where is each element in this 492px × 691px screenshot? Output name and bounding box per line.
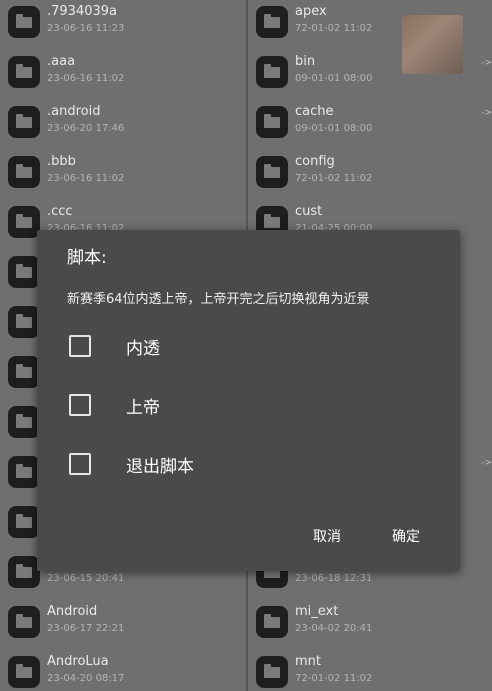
symlink-arrow: -> [481,58,492,68]
file-row[interactable]: Android 23-06-17 22:21 [0,600,246,650]
file-name: apex [295,4,327,19]
folder-icon [8,256,40,288]
file-row[interactable]: mi_ext 23-04-02 20:41 [248,600,492,650]
file-name: bin [295,54,316,69]
file-name: .android [47,104,101,119]
folder-icon [8,456,40,488]
folder-icon [8,656,40,688]
file-name: .7934039a [47,4,117,19]
file-name: cust [295,204,323,219]
option-label: 上帝 [126,398,160,418]
folder-icon [256,106,288,138]
file-row[interactable]: cache 09-01-01 08:00 -> [248,100,492,150]
file-date: 72-01-02 11:02 [295,23,373,34]
option-label: 内透 [126,339,160,359]
folder-icon [8,606,40,638]
file-date: 23-04-02 20:41 [295,623,373,634]
folder-icon [8,506,40,538]
dialog-title: 脚本: [67,248,107,268]
folder-icon [256,156,288,188]
file-date: 23-06-15 20:41 [47,573,125,584]
file-row[interactable]: .aaa 23-06-16 11:02 [0,50,246,100]
folder-icon [256,656,288,688]
checkbox[interactable] [69,453,91,475]
checkbox[interactable] [69,335,91,357]
file-date: 23-06-16 11:23 [47,23,125,34]
folder-icon [8,356,40,388]
file-name: config [295,154,335,169]
file-row[interactable]: .bbb 23-06-16 11:02 [0,150,246,200]
file-row[interactable]: .7934039a 23-06-16 11:23 [0,0,246,50]
file-date: 23-06-18 12:31 [295,573,373,584]
file-date: 23-06-16 11:02 [47,173,125,184]
option-row-exit-script[interactable]: 退出脚本 [67,450,427,480]
file-date: 23-04-20 08:17 [47,673,125,684]
checkbox[interactable] [69,394,91,416]
folder-icon [8,6,40,38]
file-row[interactable]: config 72-01-02 11:02 [248,150,492,200]
file-name: mi_ext [295,604,339,619]
file-name: mnt [295,654,321,669]
file-name: .aaa [47,54,76,69]
file-date: 23-06-17 22:21 [47,623,125,634]
file-row[interactable]: .android 23-06-20 17:46 [0,100,246,150]
option-row-neitou[interactable]: 内透 [67,332,427,362]
script-dialog: 脚本: 新赛季64位内透上帝，上帝开完之后切换视角为近景 内透 上帝 退出脚本 … [37,230,460,571]
file-date: 72-01-02 11:02 [295,673,373,684]
file-row[interactable]: mnt 72-01-02 11:02 [248,650,492,691]
file-name: cache [295,104,334,119]
folder-icon [256,606,288,638]
dialog-message: 新赛季64位内透上帝，上帝开完之后切换视角为近景 [67,292,370,307]
cancel-button[interactable]: 取消 [309,524,345,548]
folder-icon [8,556,40,588]
folder-icon [8,56,40,88]
folder-icon [8,106,40,138]
folder-icon [8,206,40,238]
file-date: 23-06-16 11:02 [47,73,125,84]
file-date: 72-01-02 11:02 [295,173,373,184]
folder-icon [8,306,40,338]
file-date: 23-06-20 17:46 [47,123,125,134]
folder-icon [8,406,40,438]
symlink-arrow: -> [481,458,492,468]
folder-icon [256,56,288,88]
file-date: 09-01-01 08:00 [295,123,373,134]
symlink-arrow: -> [481,108,492,118]
image-thumbnail[interactable] [402,15,463,74]
file-name: .ccc [47,204,73,219]
file-name: AndroLua [47,654,109,669]
file-date: 09-01-01 08:00 [295,73,373,84]
file-row[interactable]: AndroLua 23-04-20 08:17 [0,650,246,691]
file-name: Android [47,604,98,619]
folder-icon [8,156,40,188]
file-name: .bbb [47,154,76,169]
confirm-button[interactable]: 确定 [388,524,424,548]
folder-icon [256,6,288,38]
option-row-shangdi[interactable]: 上帝 [67,391,427,421]
option-label: 退出脚本 [126,457,194,477]
